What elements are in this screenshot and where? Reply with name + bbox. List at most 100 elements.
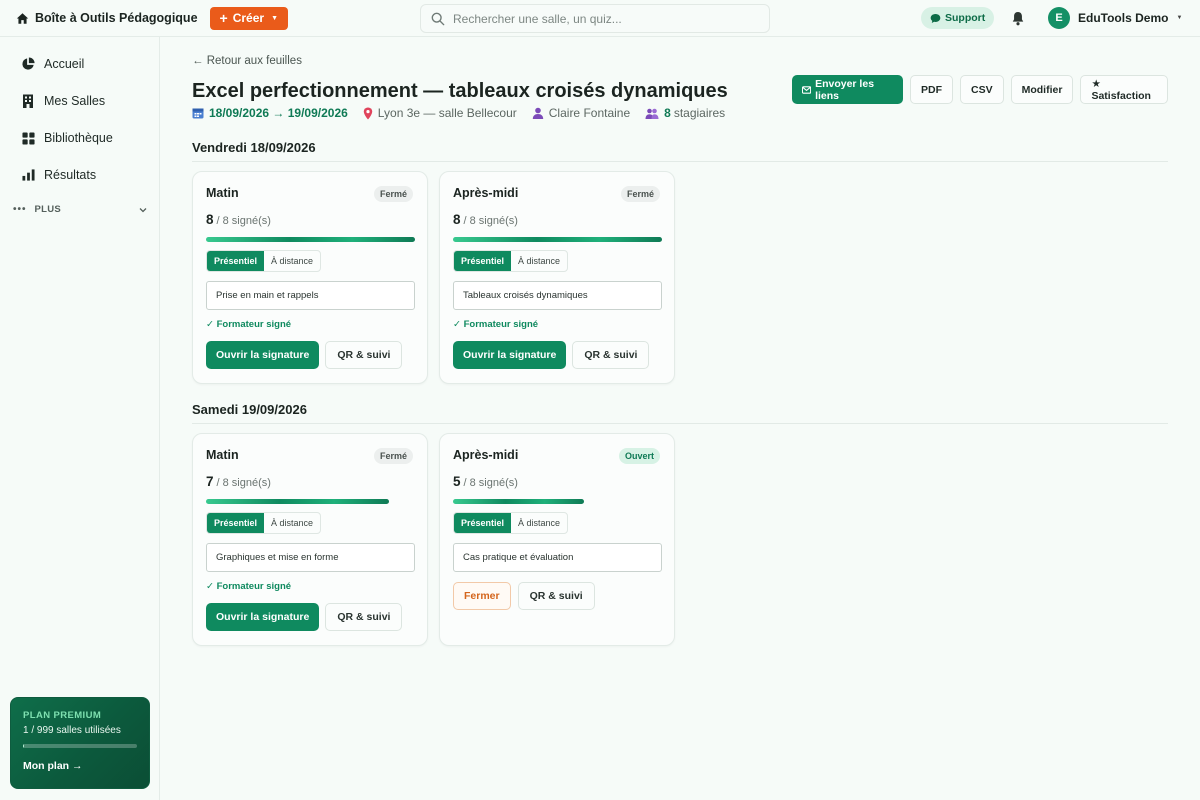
status-badge: Fermé (620, 186, 660, 202)
premium-title: PLAN PREMIUM (23, 710, 102, 721)
page-title: Excel perfectionnement — tableaux croisé… (192, 80, 728, 102)
session-dates: 18/09/2026 → 19/09/2026 (192, 106, 348, 120)
sidebar-item-label: Mes Salles (44, 94, 106, 108)
day-title: Vendredi 18/09/2026 (192, 140, 316, 155)
card-actions: Ouvrir la signature QR & suivi (206, 341, 403, 369)
support-label: Support (945, 12, 986, 24)
pdf-button[interactable]: PDF (910, 75, 954, 104)
qr-tracking-button[interactable]: QR & suivi (517, 582, 595, 610)
status-badge: Ouvert (618, 448, 660, 464)
mail-icon (802, 85, 812, 94)
edit-button[interactable]: Modifier (1010, 75, 1074, 104)
sidebar-item-resultats[interactable]: Résultats (20, 167, 96, 183)
calendar-icon (192, 108, 204, 119)
csv-button[interactable]: CSV (960, 75, 1004, 104)
send-links-label: Envoyer les liens (815, 77, 875, 102)
signed-count: 8 (453, 212, 461, 227)
session-location: Lyon 3e — salle Bellecour (363, 106, 517, 120)
session-card: Après-midi Fermé 8/ 8 signé(s) Présentie… (439, 171, 675, 384)
sidebar-item-label: Bibliothèque (44, 131, 113, 145)
mode-distance[interactable]: À distance (264, 251, 320, 271)
trainer-signed-status: ✓ Formateur signé (453, 319, 539, 330)
signature-progress-bar (206, 237, 415, 242)
bell-icon[interactable] (1011, 11, 1025, 26)
session-title: Matin (206, 186, 239, 200)
sidebar-item-accueil[interactable]: Accueil (20, 56, 84, 72)
topic-field[interactable]: Cas pratique et évaluation (453, 543, 662, 572)
search-box[interactable] (420, 4, 770, 33)
search-input[interactable] (453, 11, 753, 26)
mode-toggle: Présentiel À distance (206, 250, 322, 272)
mode-distance[interactable]: À distance (511, 513, 567, 533)
mode-presentiel[interactable]: Présentiel (454, 251, 512, 271)
brand[interactable]: Boîte à Outils Pédagogique (16, 11, 198, 25)
premium-plan-card: PLAN PREMIUM 1 / 999 salles utilisées Mo… (10, 697, 150, 789)
mode-presentiel[interactable]: Présentiel (454, 513, 512, 533)
session-trainees: 8 stagiaires (645, 106, 725, 120)
topic-field[interactable]: Prise en main et rappels (206, 281, 415, 310)
trainee-count: 8 (664, 106, 671, 120)
chat-bubble-icon (930, 13, 941, 23)
chevron-down-icon (139, 207, 147, 212)
qr-tracking-button[interactable]: QR & suivi (325, 603, 403, 631)
signature-progress-bar (206, 499, 415, 504)
mode-distance[interactable]: À distance (511, 251, 567, 271)
more-dots-icon: ••• (13, 204, 27, 215)
support-button[interactable]: Support (921, 7, 995, 29)
signature-count: 8/ 8 signé(s) (453, 212, 518, 227)
card-actions: Ouvrir la signature QR & suivi (206, 603, 403, 631)
satisfaction-button[interactable]: ★ Satisfaction (1080, 75, 1168, 104)
more-label: PLUS (34, 204, 62, 215)
divider (192, 423, 1168, 424)
mode-toggle: Présentiel À distance (206, 512, 322, 534)
signed-count: 5 (453, 474, 461, 489)
create-label: Créer (232, 11, 265, 25)
trainer-text: Claire Fontaine (548, 106, 631, 120)
signed-count: 8 (206, 212, 214, 227)
caret-down-icon: ▼ (271, 14, 279, 22)
qr-tracking-button[interactable]: QR & suivi (572, 341, 650, 369)
card-actions: Ouvrir la signature QR & suivi (453, 341, 650, 369)
user-name: EduTools Demo (1078, 11, 1169, 25)
brand-name: Boîte à Outils Pédagogique (35, 11, 198, 25)
card-actions: Fermer QR & suivi (453, 582, 595, 610)
top-bar: Boîte à Outils Pédagogique + Créer ▼ Sup… (0, 0, 1200, 37)
topic-field[interactable]: Tableaux croisés dynamiques (453, 281, 662, 310)
signature-progress-fill (453, 499, 584, 504)
signature-progress-fill (453, 237, 662, 242)
status-badge: Fermé (373, 448, 413, 464)
topic-field[interactable]: Graphiques et mise en forme (206, 543, 415, 572)
plus-icon: + (219, 10, 228, 26)
mode-presentiel[interactable]: Présentiel (207, 513, 265, 533)
signature-progress-bar (453, 499, 662, 504)
qr-tracking-button[interactable]: QR & suivi (325, 341, 403, 369)
my-plan-link[interactable]: Mon plan → (23, 760, 137, 772)
open-signature-button[interactable]: Ouvrir la signature (206, 341, 320, 369)
close-session-button[interactable]: Fermer (453, 582, 511, 610)
send-links-button[interactable]: Envoyer les liens (792, 75, 904, 104)
dates-text: 18/09/2026 → 19/09/2026 (209, 106, 348, 120)
trainer-signed-status: ✓ Formateur signé (206, 319, 292, 330)
signature-progress-fill (206, 237, 415, 242)
mode-distance[interactable]: À distance (264, 513, 320, 533)
signed-count: 7 (206, 474, 214, 489)
sidebar-more-toggle[interactable]: ••• PLUS (13, 204, 147, 215)
back-link[interactable]: ← Retour aux feuilles (192, 55, 302, 67)
open-signature-button[interactable]: Ouvrir la signature (206, 603, 320, 631)
open-signature-button[interactable]: Ouvrir la signature (453, 341, 567, 369)
sidebar-item-bibliotheque[interactable]: Bibliothèque (20, 130, 113, 146)
mode-presentiel[interactable]: Présentiel (207, 251, 265, 271)
grid-icon (20, 130, 36, 146)
session-meta: 18/09/2026 → 19/09/2026 Lyon 3e — salle … (192, 106, 740, 120)
session-card: Matin Fermé 8/ 8 signé(s) Présentiel À d… (192, 171, 428, 384)
create-button[interactable]: + Créer ▼ (209, 6, 289, 30)
sidebar-item-mes-salles[interactable]: Mes Salles (20, 93, 105, 109)
signature-progress-bar (453, 237, 662, 242)
user-menu[interactable]: E EduTools Demo ▼ (1048, 7, 1182, 29)
home-icon (16, 12, 29, 24)
session-card: Matin Fermé 7/ 8 signé(s) Présentiel À d… (192, 433, 428, 646)
premium-usage: 1 / 999 salles utilisées (23, 725, 121, 736)
signature-progress-fill (206, 499, 389, 504)
signature-count: 7/ 8 signé(s) (206, 474, 271, 489)
group-icon (645, 108, 659, 119)
